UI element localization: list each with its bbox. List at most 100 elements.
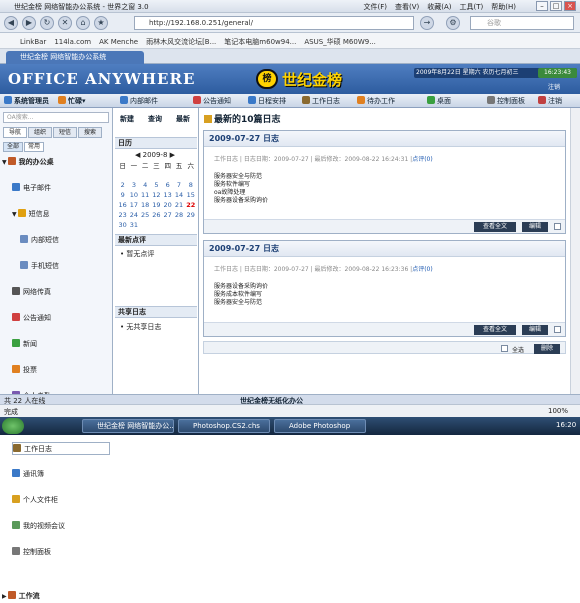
calendar-day[interactable]: 2 bbox=[117, 180, 128, 190]
left-tab[interactable]: 短信 bbox=[53, 127, 77, 138]
toolbar-item[interactable]: 控制面板 bbox=[487, 96, 525, 106]
bookmark-item[interactable]: 114la.com bbox=[54, 38, 91, 46]
next-month-icon[interactable]: ▶ bbox=[167, 151, 175, 159]
bookmark-item[interactable]: LinkBar bbox=[20, 38, 46, 46]
toolbar-item[interactable]: 日程安排 bbox=[248, 96, 286, 106]
nav-item[interactable]: ▶ 工作流 bbox=[2, 590, 110, 603]
log-select-checkbox[interactable] bbox=[554, 326, 561, 333]
latest-log-button[interactable]: 最新 bbox=[176, 114, 190, 124]
calendar-day[interactable]: 14 bbox=[173, 190, 184, 200]
calendar-day[interactable]: 30 bbox=[117, 220, 128, 230]
go-icon[interactable]: → bbox=[420, 16, 434, 30]
select-all-checkbox[interactable] bbox=[501, 345, 508, 352]
calendar-day[interactable]: 20 bbox=[162, 200, 173, 210]
bookmark-item[interactable]: 笔记本电脑m60w94... bbox=[224, 38, 296, 46]
calendar-day[interactable]: 10 bbox=[128, 190, 139, 200]
nav-item[interactable]: 电子邮件 bbox=[12, 182, 110, 195]
nav-item[interactable]: 公告通知 bbox=[12, 312, 110, 325]
nav-item[interactable]: 通讯簿 bbox=[12, 468, 110, 481]
calendar-day[interactable]: 28 bbox=[173, 210, 184, 220]
nav-item[interactable]: 新闻 bbox=[12, 338, 110, 351]
nav-item[interactable]: ▼ 我的办公桌 bbox=[2, 156, 110, 169]
bookmark-item[interactable]: ASUS_华硕 M60W9... bbox=[304, 38, 376, 46]
left-tab[interactable]: 搜索 bbox=[78, 127, 102, 138]
expand-icon[interactable]: ▼ bbox=[12, 211, 17, 218]
calendar-day[interactable]: 11 bbox=[140, 190, 151, 200]
view-full-button[interactable]: 查看全文 bbox=[474, 325, 516, 335]
calendar-day[interactable]: 7 bbox=[173, 180, 184, 190]
calendar-day[interactable]: 4 bbox=[140, 180, 151, 190]
tools-icon[interactable]: ⚙ bbox=[446, 16, 460, 30]
nav-item[interactable]: 内部短信 bbox=[20, 234, 110, 247]
delete-button[interactable]: 删除 bbox=[534, 344, 560, 354]
address-bar[interactable]: http://192.168.0.251/general/ bbox=[134, 16, 414, 30]
home-icon[interactable]: ⌂ bbox=[76, 16, 90, 30]
edit-button[interactable]: 编辑 bbox=[522, 222, 548, 232]
nav-item[interactable]: 我的视频会议 bbox=[12, 520, 110, 533]
toolbar-item[interactable]: 公告通知 bbox=[193, 96, 231, 106]
calendar-day[interactable]: 22 bbox=[185, 200, 197, 210]
task-folder[interactable]: Photoshop.CS2.chs bbox=[178, 419, 270, 433]
browser-tab[interactable]: 世纪金榜 网络智能办公系统 bbox=[6, 51, 144, 64]
calendar-day[interactable]: 23 bbox=[117, 210, 128, 220]
calendar-day[interactable]: 5 bbox=[151, 180, 162, 190]
search-input[interactable]: 谷歌 bbox=[470, 16, 574, 30]
calendar-day[interactable]: 24 bbox=[128, 210, 139, 220]
bookmark-item[interactable]: 雨林木风交流论坛[B... bbox=[146, 38, 216, 46]
nav-item[interactable]: 网络传真 bbox=[12, 286, 110, 299]
nav-item[interactable]: 投票 bbox=[12, 364, 110, 377]
calendar-day[interactable]: 21 bbox=[173, 200, 184, 210]
calendar-day[interactable]: 6 bbox=[162, 180, 173, 190]
left-subtab[interactable]: 全部 bbox=[3, 142, 23, 152]
close-button[interactable]: × bbox=[564, 1, 576, 11]
calendar-day[interactable]: 12 bbox=[151, 190, 162, 200]
refresh-icon[interactable]: ↻ bbox=[40, 16, 54, 30]
toolbar-item[interactable]: 注销 bbox=[538, 96, 562, 106]
toolbar-item[interactable]: 桌面 bbox=[427, 96, 451, 106]
minimize-button[interactable]: – bbox=[536, 1, 548, 11]
calendar-day[interactable]: 18 bbox=[140, 200, 151, 210]
view-full-button[interactable]: 查看全文 bbox=[474, 222, 516, 232]
menu-item[interactable]: 收藏(A) bbox=[427, 3, 451, 11]
favorites-icon[interactable]: ★ bbox=[94, 16, 108, 30]
log-select-checkbox[interactable] bbox=[554, 223, 561, 230]
nav-item[interactable]: ▼ 短信息 bbox=[12, 208, 110, 221]
expand-icon[interactable]: ▼ bbox=[2, 159, 7, 166]
scrollbar[interactable] bbox=[570, 108, 580, 395]
menu-item[interactable]: 文件(F) bbox=[363, 3, 387, 11]
new-log-button[interactable]: 新建 bbox=[120, 114, 134, 124]
bookmark-item[interactable]: AK Menche bbox=[99, 38, 138, 46]
stop-icon[interactable]: ✕ bbox=[58, 16, 72, 30]
toolbar-item[interactable]: 内部邮件 bbox=[120, 96, 158, 106]
left-tab[interactable]: 导航 bbox=[3, 127, 27, 138]
left-tab[interactable]: 组织 bbox=[28, 127, 52, 138]
toolbar-item[interactable]: 工作日志 bbox=[302, 96, 340, 106]
nav-item[interactable]: 工作日志 bbox=[12, 442, 110, 455]
back-icon[interactable]: ◀ bbox=[4, 16, 18, 30]
calendar-day[interactable]: 9 bbox=[117, 190, 128, 200]
log-entry-title[interactable]: 2009-07-27 日志 bbox=[204, 131, 565, 147]
calendar-day[interactable]: 17 bbox=[128, 200, 139, 210]
toolbar-item[interactable]: 待办工作 bbox=[357, 96, 395, 106]
menu-item[interactable]: 帮助(H) bbox=[491, 3, 516, 11]
expand-icon[interactable]: ▶ bbox=[2, 593, 7, 600]
zoom-level[interactable]: 100% bbox=[548, 407, 568, 415]
calendar-day[interactable]: 26 bbox=[151, 210, 162, 220]
nav-item[interactable]: 控制面板 bbox=[12, 546, 110, 559]
calendar-day[interactable]: 15 bbox=[185, 190, 197, 200]
forward-icon[interactable]: ▶ bbox=[22, 16, 36, 30]
prev-month-icon[interactable]: ◀ bbox=[135, 151, 143, 159]
calendar-day[interactable]: 3 bbox=[128, 180, 139, 190]
task-photoshop[interactable]: Adobe Photoshop bbox=[274, 419, 366, 433]
user-status-dropdown[interactable]: 忙碌▾ bbox=[58, 96, 86, 106]
comment-link[interactable]: 点评(0) bbox=[412, 266, 433, 273]
maximize-button[interactable]: □ bbox=[550, 1, 562, 11]
calendar-day[interactable]: 13 bbox=[162, 190, 173, 200]
task-oa-browser[interactable]: 世纪金榜 网络智能办公... bbox=[82, 419, 174, 433]
edit-button[interactable]: 编辑 bbox=[522, 325, 548, 335]
calendar-day[interactable]: 25 bbox=[140, 210, 151, 220]
left-subtab[interactable]: 常用 bbox=[24, 142, 44, 152]
oa-search-input[interactable]: OA搜索... bbox=[3, 112, 109, 123]
logout-link[interactable]: 注销 bbox=[548, 82, 560, 91]
nav-item[interactable]: 个人文件柜 bbox=[12, 494, 110, 507]
